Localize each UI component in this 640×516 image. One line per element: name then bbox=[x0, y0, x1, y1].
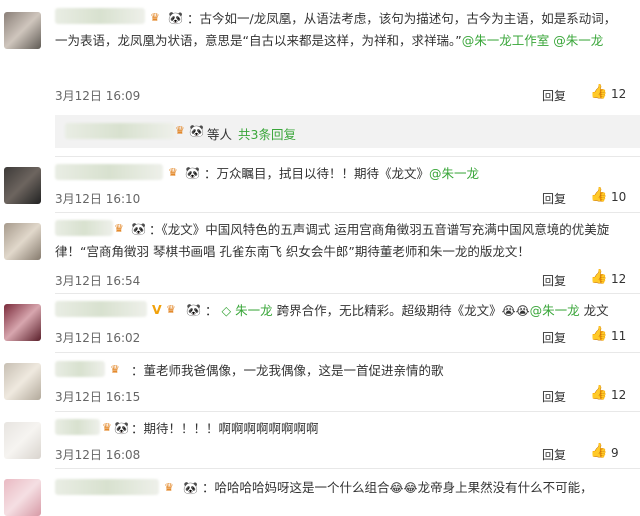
comment-body: ：哈哈哈哈妈呀这是一个什么组合 bbox=[202, 480, 390, 495]
avatar[interactable] bbox=[4, 12, 41, 49]
thumbs-up-icon[interactable]: 👍 bbox=[590, 187, 607, 203]
like-count: 12 bbox=[611, 388, 627, 402]
thumbs-up-icon[interactable]: 👍 bbox=[590, 84, 607, 100]
comment-body: ：《龙文》中国风特色的五声调式 运用宫商角徵羽五音谱写充满中国风意境的优美旋律！… bbox=[55, 222, 610, 259]
username-blurred bbox=[65, 123, 175, 139]
reply-button[interactable]: 回复 bbox=[542, 388, 566, 405]
avatar[interactable] bbox=[4, 363, 41, 400]
avatar[interactable] bbox=[4, 223, 41, 260]
comment-text: ：《龙文》中国风特色的五声调式 运用宫商角徵羽五音谱写充满中国风意境的优美旋律！… bbox=[55, 219, 625, 263]
comment-text: ：董老师我爸偶像，一龙我偶像，这是一首促进亲情的歌 bbox=[55, 360, 625, 382]
crown-badge-icon: ♛ bbox=[175, 124, 185, 137]
comment-body-end: 龙文 bbox=[583, 303, 609, 318]
timestamp: 3月12日 16:08 bbox=[55, 448, 141, 462]
timestamp: 3月12日 16:54 bbox=[55, 274, 141, 288]
mention-link[interactable]: 朱一龙 bbox=[235, 303, 273, 318]
comment-text: ：哈哈哈哈妈呀这是一个什么组合😂😂龙帝身上果然没有什么不可能， bbox=[55, 477, 625, 499]
mention-link[interactable]: @朱一龙 bbox=[429, 166, 479, 181]
timestamp: 3月12日 16:09 bbox=[55, 89, 141, 103]
thumbs-up-icon[interactable]: 👍 bbox=[590, 269, 607, 285]
avatar[interactable] bbox=[4, 422, 41, 459]
comment-body-end: 龙帝身上果然没有什么不可能， bbox=[417, 480, 593, 495]
comment-6: ♛ 🐼 ：期待！！！！啊啊啊啊啊啊啊啊 3月12日 16:08 回复 👍 9 bbox=[0, 412, 640, 467]
like-count: 11 bbox=[611, 329, 627, 343]
thumbs-up-icon[interactable]: 👍 bbox=[590, 326, 607, 342]
comment-4: V ♛ 🐼 ： ◇ 朱一龙 跨界合作，无比精彩。超级期待《龙文》😭😭@朱一龙 龙… bbox=[0, 294, 640, 352]
diamond-icon: ◇ bbox=[221, 303, 232, 318]
view-replies-link[interactable]: 共3条回复 bbox=[238, 124, 296, 143]
reply-button[interactable]: 回复 bbox=[542, 329, 566, 346]
subreply-summary[interactable]: ♛ 🐼 等人 共3条回复 bbox=[55, 115, 640, 148]
like-count: 12 bbox=[611, 272, 627, 286]
timestamp: 3月12日 16:10 bbox=[55, 192, 141, 206]
panda-icon: 🐼 bbox=[189, 124, 204, 138]
comment-2: ♛ 🐼 ：万众瞩目，拭目以待！！期待《龙文》@朱一龙 3月12日 16:10 回… bbox=[0, 157, 640, 212]
thumbs-up-icon[interactable]: 👍 bbox=[590, 443, 607, 459]
comment-text: ： ◇ 朱一龙 跨界合作，无比精彩。超级期待《龙文》😭😭@朱一龙 龙文 bbox=[55, 300, 625, 322]
comment-1: ♛ 🐼 ：古今如一/龙凤凰，从语法考虑，该句为描述句，古今为主语，如是系动词，一… bbox=[0, 0, 640, 112]
like-count: 12 bbox=[611, 87, 627, 101]
comment-body: ：万众瞩目，拭目以待！！期待《龙文》 bbox=[204, 166, 430, 181]
laughing-emoji-icon: 😂😂 bbox=[389, 481, 418, 495]
comment-body: ：董老师我爸偶像，一龙我偶像，这是一首促进亲情的歌 bbox=[131, 363, 444, 378]
comment-text: ：古今如一/龙凤凰，从语法考虑，该句为描述句，古今为主语，如是系动词，一为表语，… bbox=[55, 8, 625, 52]
comment-body: 跨界合作，无比精彩。超级期待《龙文》 bbox=[276, 303, 502, 318]
avatar[interactable] bbox=[4, 304, 41, 341]
crying-emoji-icon: 😭😭 bbox=[501, 304, 530, 318]
colon: ： bbox=[205, 303, 218, 318]
reply-button[interactable]: 回复 bbox=[542, 272, 566, 289]
mention-link[interactable]: @朱一龙 bbox=[530, 303, 580, 318]
like-count: 9 bbox=[611, 446, 619, 460]
reply-button[interactable]: 回复 bbox=[542, 446, 566, 463]
mention-link[interactable]: @朱一龙 bbox=[553, 33, 603, 48]
timestamp: 3月12日 16:02 bbox=[55, 331, 141, 345]
mention-link[interactable]: @朱一龙工作室 bbox=[462, 33, 550, 48]
subreply-text: 等人 bbox=[207, 127, 233, 142]
comment-5: ♛ ：董老师我爸偶像，一龙我偶像，这是一首促进亲情的歌 3月12日 16:15 … bbox=[0, 353, 640, 408]
reply-button[interactable]: 回复 bbox=[542, 87, 566, 104]
avatar[interactable] bbox=[4, 479, 41, 516]
avatar[interactable] bbox=[4, 167, 41, 204]
comment-7: ♛ 🐼 ：哈哈哈哈妈呀这是一个什么组合😂😂龙帝身上果然没有什么不可能， bbox=[0, 469, 640, 516]
comment-text: ：期待！！！！啊啊啊啊啊啊啊啊 bbox=[55, 418, 625, 440]
like-count: 10 bbox=[611, 190, 627, 204]
timestamp: 3月12日 16:15 bbox=[55, 390, 141, 404]
thumbs-up-icon[interactable]: 👍 bbox=[590, 385, 607, 401]
comment-text: ：万众瞩目，拭目以待！！期待《龙文》@朱一龙 bbox=[55, 163, 625, 185]
reply-button[interactable]: 回复 bbox=[542, 190, 566, 207]
comment-body: ：期待！！！！啊啊啊啊啊啊啊啊 bbox=[131, 421, 319, 436]
comment-3: ♛ 🐼 ：《龙文》中国风特色的五声调式 运用宫商角徵羽五音谱写充满中国风意境的优… bbox=[0, 213, 640, 293]
